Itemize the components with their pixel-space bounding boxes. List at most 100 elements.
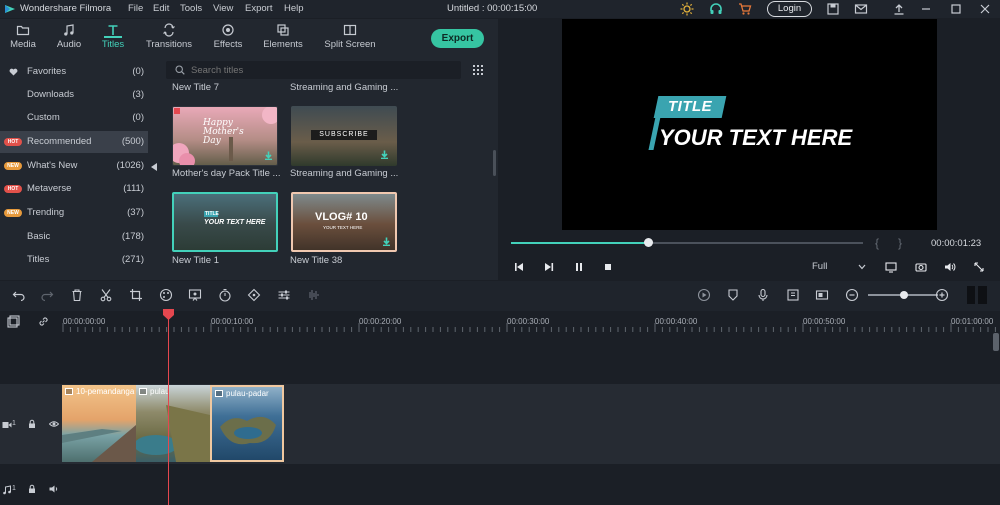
headset-icon[interactable] — [709, 2, 723, 16]
active-tab-indicator — [104, 36, 122, 38]
delete-icon[interactable] — [70, 288, 84, 302]
tab-titles[interactable]: Titles — [85, 19, 141, 57]
lock-icon[interactable] — [27, 419, 37, 429]
audio-track-number: 1 — [12, 485, 16, 492]
download-icon[interactable] — [382, 237, 391, 246]
zoom-in-icon[interactable] — [935, 288, 949, 302]
voiceover-notes-icon[interactable] — [786, 288, 800, 302]
mark-in-icon[interactable]: { — [875, 236, 879, 250]
timeline-scrollbar[interactable] — [993, 333, 999, 351]
snapshot-camera-icon[interactable] — [915, 261, 927, 273]
cart-icon[interactable] — [738, 2, 752, 16]
image-clip-icon — [65, 388, 73, 395]
title-thumbnail-streaming[interactable]: SUBSCRIBE — [291, 106, 397, 166]
keyframe-icon[interactable] — [247, 288, 261, 302]
title-thumbnail-new-title-38[interactable]: VLOG# 10 YOUR TEXT HERE — [291, 192, 397, 252]
chevron-down-icon[interactable] — [858, 264, 866, 270]
video-clip[interactable]: pulau — [136, 385, 210, 462]
sidebar-item-label: Custom — [27, 112, 60, 123]
link-icon[interactable] — [37, 315, 50, 328]
search-input[interactable] — [191, 64, 451, 76]
hot-badge: HOT — [4, 185, 22, 193]
close-icon[interactable] — [978, 2, 992, 16]
menu-file[interactable]: File — [128, 3, 143, 14]
minimize-icon[interactable] — [919, 2, 933, 16]
sidebar-item-recommended[interactable]: HOT Recommended (500) — [0, 131, 148, 153]
download-icon[interactable] — [264, 151, 273, 160]
audio-waveform-icon[interactable] — [306, 288, 320, 302]
microphone-icon[interactable] — [756, 288, 770, 302]
timeline-layout-icon[interactable] — [966, 285, 988, 305]
music-note-icon — [64, 24, 74, 36]
preview-quality-select[interactable]: Full — [812, 261, 827, 272]
title-caption: New Title 1 — [172, 255, 219, 266]
tab-split-screen[interactable]: Split Screen — [317, 19, 383, 57]
export-button[interactable]: Export — [431, 29, 484, 48]
login-button[interactable]: Login — [767, 1, 812, 17]
new-badge: NEW — [4, 162, 22, 170]
sidebar-item-label: Metaverse — [27, 183, 72, 194]
title-thumbnail-new-title-1[interactable]: TITLE YOUR TEXT HERE — [172, 192, 278, 252]
collapse-sidebar-icon[interactable] — [151, 163, 157, 171]
crop-icon[interactable] — [129, 288, 143, 302]
speed-timer-icon[interactable] — [218, 288, 232, 302]
menu-help[interactable]: Help — [284, 3, 304, 14]
mail-icon[interactable] — [854, 2, 868, 16]
sun-icon[interactable] — [680, 2, 694, 16]
maximize-icon[interactable] — [949, 2, 963, 16]
sidebar-item-trending[interactable]: NEW Trending (37) — [0, 202, 148, 224]
stop-icon[interactable] — [602, 261, 614, 273]
eye-icon[interactable] — [49, 419, 59, 429]
grid-scrollbar[interactable] — [493, 150, 496, 176]
playhead-handle[interactable] — [163, 309, 174, 320]
tab-effects[interactable]: Effects — [200, 19, 256, 57]
playhead-line[interactable] — [168, 318, 169, 505]
color-palette-icon[interactable] — [159, 288, 173, 302]
sidebar-item-basic[interactable]: Basic (178) — [0, 226, 148, 248]
mark-out-icon[interactable]: } — [898, 236, 902, 250]
title-thumbnail-mothers-day[interactable]: Happy Mother's Day — [172, 106, 278, 166]
undo-icon[interactable] — [12, 288, 26, 302]
menu-export[interactable]: Export — [245, 3, 272, 14]
download-icon[interactable] — [380, 150, 389, 159]
text-t-icon — [108, 25, 118, 35]
sidebar-item-titles[interactable]: Titles (271) — [0, 249, 148, 271]
menu-view[interactable]: View — [213, 3, 233, 14]
tab-transitions[interactable]: Transitions — [141, 19, 197, 57]
render-preview-icon[interactable] — [697, 288, 711, 302]
sidebar-item-favorites[interactable]: Favorites (0) — [0, 61, 148, 83]
green-screen-icon[interactable] — [188, 288, 202, 302]
video-clip[interactable]: 10-pemandanga — [62, 385, 136, 462]
lock-icon[interactable] — [27, 484, 37, 494]
grid-view-icon[interactable] — [472, 64, 484, 76]
ruler-tick-label: 00:00:30:00 — [507, 317, 550, 326]
tab-split-screen-label: Split Screen — [324, 39, 376, 50]
sidebar-item-downloads[interactable]: Downloads (3) — [0, 84, 148, 106]
menu-edit[interactable]: Edit — [153, 3, 169, 14]
redo-icon[interactable] — [40, 288, 54, 302]
save-icon[interactable] — [826, 2, 840, 16]
tab-elements[interactable]: Elements — [255, 19, 311, 57]
pip-icon[interactable] — [815, 288, 829, 302]
title-caption: New Title 38 — [290, 255, 343, 266]
sidebar-item-custom[interactable]: Custom (0) — [0, 107, 148, 129]
zoom-out-icon[interactable] — [845, 288, 859, 302]
upload-icon[interactable] — [892, 2, 906, 16]
fullscreen-icon[interactable] — [973, 261, 985, 273]
marker-shield-icon[interactable] — [726, 288, 740, 302]
video-clip-selected[interactable]: pulau-padar — [210, 385, 284, 462]
zoom-slider-knob[interactable] — [900, 291, 908, 299]
sidebar-item-metaverse[interactable]: HOT Metaverse (111) — [0, 178, 148, 200]
menu-tools[interactable]: Tools — [180, 3, 202, 14]
sidebar-item-whats-new[interactable]: NEW What's New (1026) — [0, 155, 148, 177]
monitor-icon[interactable] — [885, 261, 897, 273]
add-track-icon[interactable] — [7, 315, 20, 328]
adjust-sliders-icon[interactable] — [277, 288, 291, 302]
speaker-icon[interactable] — [49, 484, 59, 494]
volume-icon[interactable] — [944, 261, 956, 273]
sidebar-item-count: (111) — [123, 183, 144, 194]
play-icon[interactable] — [543, 261, 555, 273]
split-scissors-icon[interactable] — [99, 288, 113, 302]
pause-icon[interactable] — [573, 261, 585, 273]
step-back-icon[interactable] — [513, 261, 525, 273]
